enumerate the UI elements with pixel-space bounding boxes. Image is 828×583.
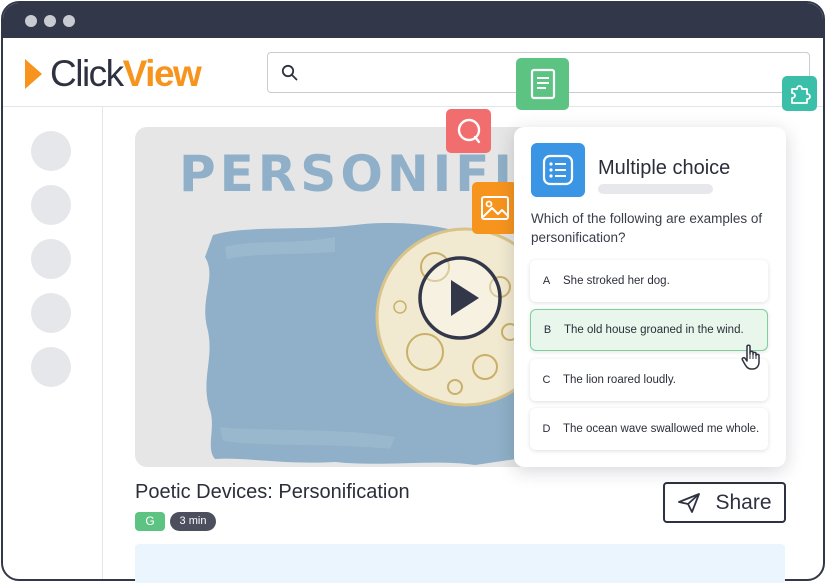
logo-text-click: Click — [50, 53, 124, 94]
option-text: The ocean wave swallowed me whole. — [563, 423, 760, 435]
window-titlebar — [3, 3, 823, 38]
option-text: The old house groaned in the wind. — [564, 324, 744, 336]
app-header: ClickView — [3, 38, 823, 107]
option-letter: D — [542, 423, 551, 435]
sidebar-item[interactable] — [31, 293, 71, 333]
hand-pointer-icon — [741, 344, 760, 370]
send-icon — [678, 492, 701, 513]
answer-option-c[interactable]: C The lion roared loudly. — [530, 359, 768, 401]
image-icon[interactable] — [472, 182, 517, 234]
sidebar-item[interactable] — [31, 239, 71, 279]
puzzle-icon[interactable] — [782, 76, 817, 111]
question-text: Which of the following are examples of p… — [531, 211, 763, 245]
window-dot-3[interactable] — [63, 15, 75, 27]
list-icon — [531, 143, 585, 197]
sidebar — [3, 107, 103, 579]
option-letter: B — [543, 324, 552, 336]
comment-icon[interactable] — [446, 109, 491, 153]
document-icon[interactable] — [516, 58, 569, 110]
option-letter: C — [542, 374, 551, 386]
window-dot-1[interactable] — [25, 15, 37, 27]
option-text: The lion roared loudly. — [563, 374, 676, 386]
logo-arrow-icon — [25, 59, 42, 89]
share-label: Share — [715, 490, 772, 514]
option-letter: A — [542, 275, 551, 287]
sidebar-item[interactable] — [31, 185, 71, 225]
multiple-choice-card: Multiple choice Which of the following a… — [514, 127, 786, 467]
subtitle-placeholder — [598, 184, 713, 194]
option-text: She stroked her dog. — [563, 275, 670, 287]
video-player[interactable]: PERSONIFIC — [135, 127, 535, 467]
content-panel — [135, 544, 785, 583]
answer-option-b[interactable]: B The old house groaned in the wind. — [530, 309, 768, 351]
search-icon — [281, 64, 298, 81]
sidebar-item[interactable] — [31, 347, 71, 387]
answer-option-a[interactable]: A She stroked her dog. — [530, 260, 768, 302]
duration-badge: 3 min — [170, 512, 216, 531]
answer-option-d[interactable]: D The ocean wave swallowed me whole. — [530, 408, 768, 450]
sidebar-item[interactable] — [31, 131, 71, 171]
clickview-logo[interactable]: ClickView — [25, 53, 202, 94]
video-title: Poetic Devices: Personification — [135, 481, 410, 503]
rating-badge: G — [135, 512, 165, 531]
logo-text-view: View — [122, 53, 202, 94]
question-type-title: Multiple choice — [598, 157, 731, 179]
share-button[interactable]: Share — [663, 482, 786, 523]
play-icon[interactable] — [417, 255, 503, 341]
window-dot-2[interactable] — [44, 15, 56, 27]
